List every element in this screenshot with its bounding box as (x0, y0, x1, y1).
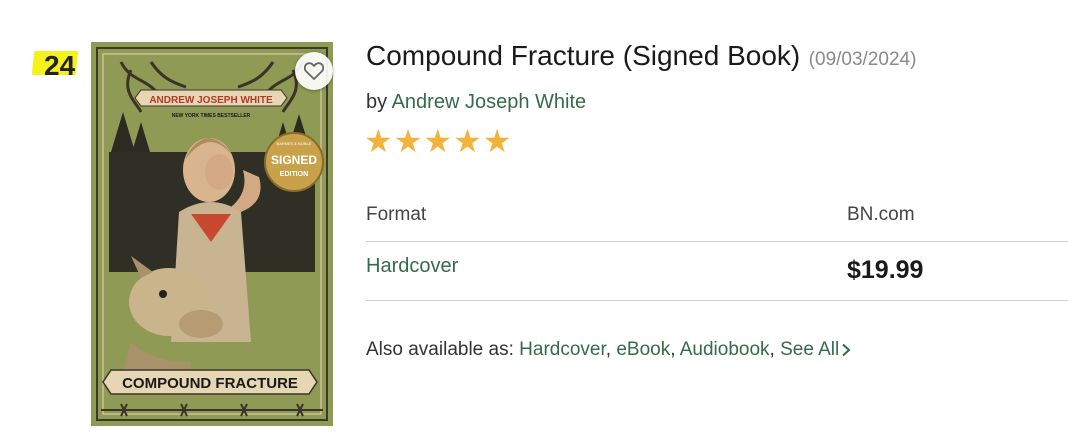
cover-seal-line1: SIGNED (271, 153, 317, 167)
source-column-header: BN.com (847, 204, 915, 225)
publish-date: (09/03/2024) (808, 49, 917, 70)
see-all-link[interactable]: See All (780, 339, 851, 360)
by-label: by (366, 91, 388, 113)
product-title[interactable]: Compound Fracture (Signed Book) (366, 40, 800, 71)
rank-number: 24 (44, 50, 76, 81)
star-rating: ★ ★ ★ ★ ★ (364, 122, 511, 160)
chevron-right-icon (842, 343, 851, 357)
table-divider (366, 300, 1068, 301)
also-available-ebook-link[interactable]: eBook (616, 339, 670, 360)
wishlist-button[interactable] (295, 52, 333, 90)
cover-author-banner: ANDREW JOSEPH WHITE (149, 95, 273, 106)
star-icon: ★ (364, 123, 393, 159)
also-available: Also available as: Hardcover, eBook, Aud… (366, 339, 851, 361)
heart-icon (304, 62, 324, 80)
author-link[interactable]: Andrew Joseph White (392, 91, 587, 113)
star-icon: ★ (453, 123, 482, 159)
cover-seal-top: BARNES & NOBLE (277, 141, 312, 146)
cover-title-banner: COMPOUND FRACTURE (122, 375, 298, 392)
title-line: Compound Fracture (Signed Book) (09/03/2… (366, 40, 916, 72)
book-cover[interactable]: ANDREW JOSEPH WHITE NEW YORK TIMES BESTS… (91, 42, 333, 426)
price: $19.99 (847, 256, 924, 284)
format-link-hardcover[interactable]: Hardcover (366, 255, 458, 278)
table-divider (366, 241, 1068, 242)
product-list-item: 24 ANDREW JOSEPH WHITE NEW YORK TIMES BE… (0, 0, 1068, 446)
byline: by Andrew Joseph White (366, 91, 586, 114)
star-icon: ★ (423, 123, 453, 159)
star-icon: ★ (482, 123, 512, 159)
star-icon: ★ (393, 123, 423, 159)
cover-tagline: NEW YORK TIMES BESTSELLER (172, 113, 251, 119)
format-column-header: Format (366, 204, 427, 225)
also-available-hardcover-link[interactable]: Hardcover (519, 339, 606, 360)
see-all-label: See All (780, 339, 840, 360)
cover-seal-line2: EDITION (280, 171, 308, 178)
also-available-label: Also available as: (366, 339, 514, 360)
also-available-audiobook-link[interactable]: Audiobook (680, 339, 770, 360)
